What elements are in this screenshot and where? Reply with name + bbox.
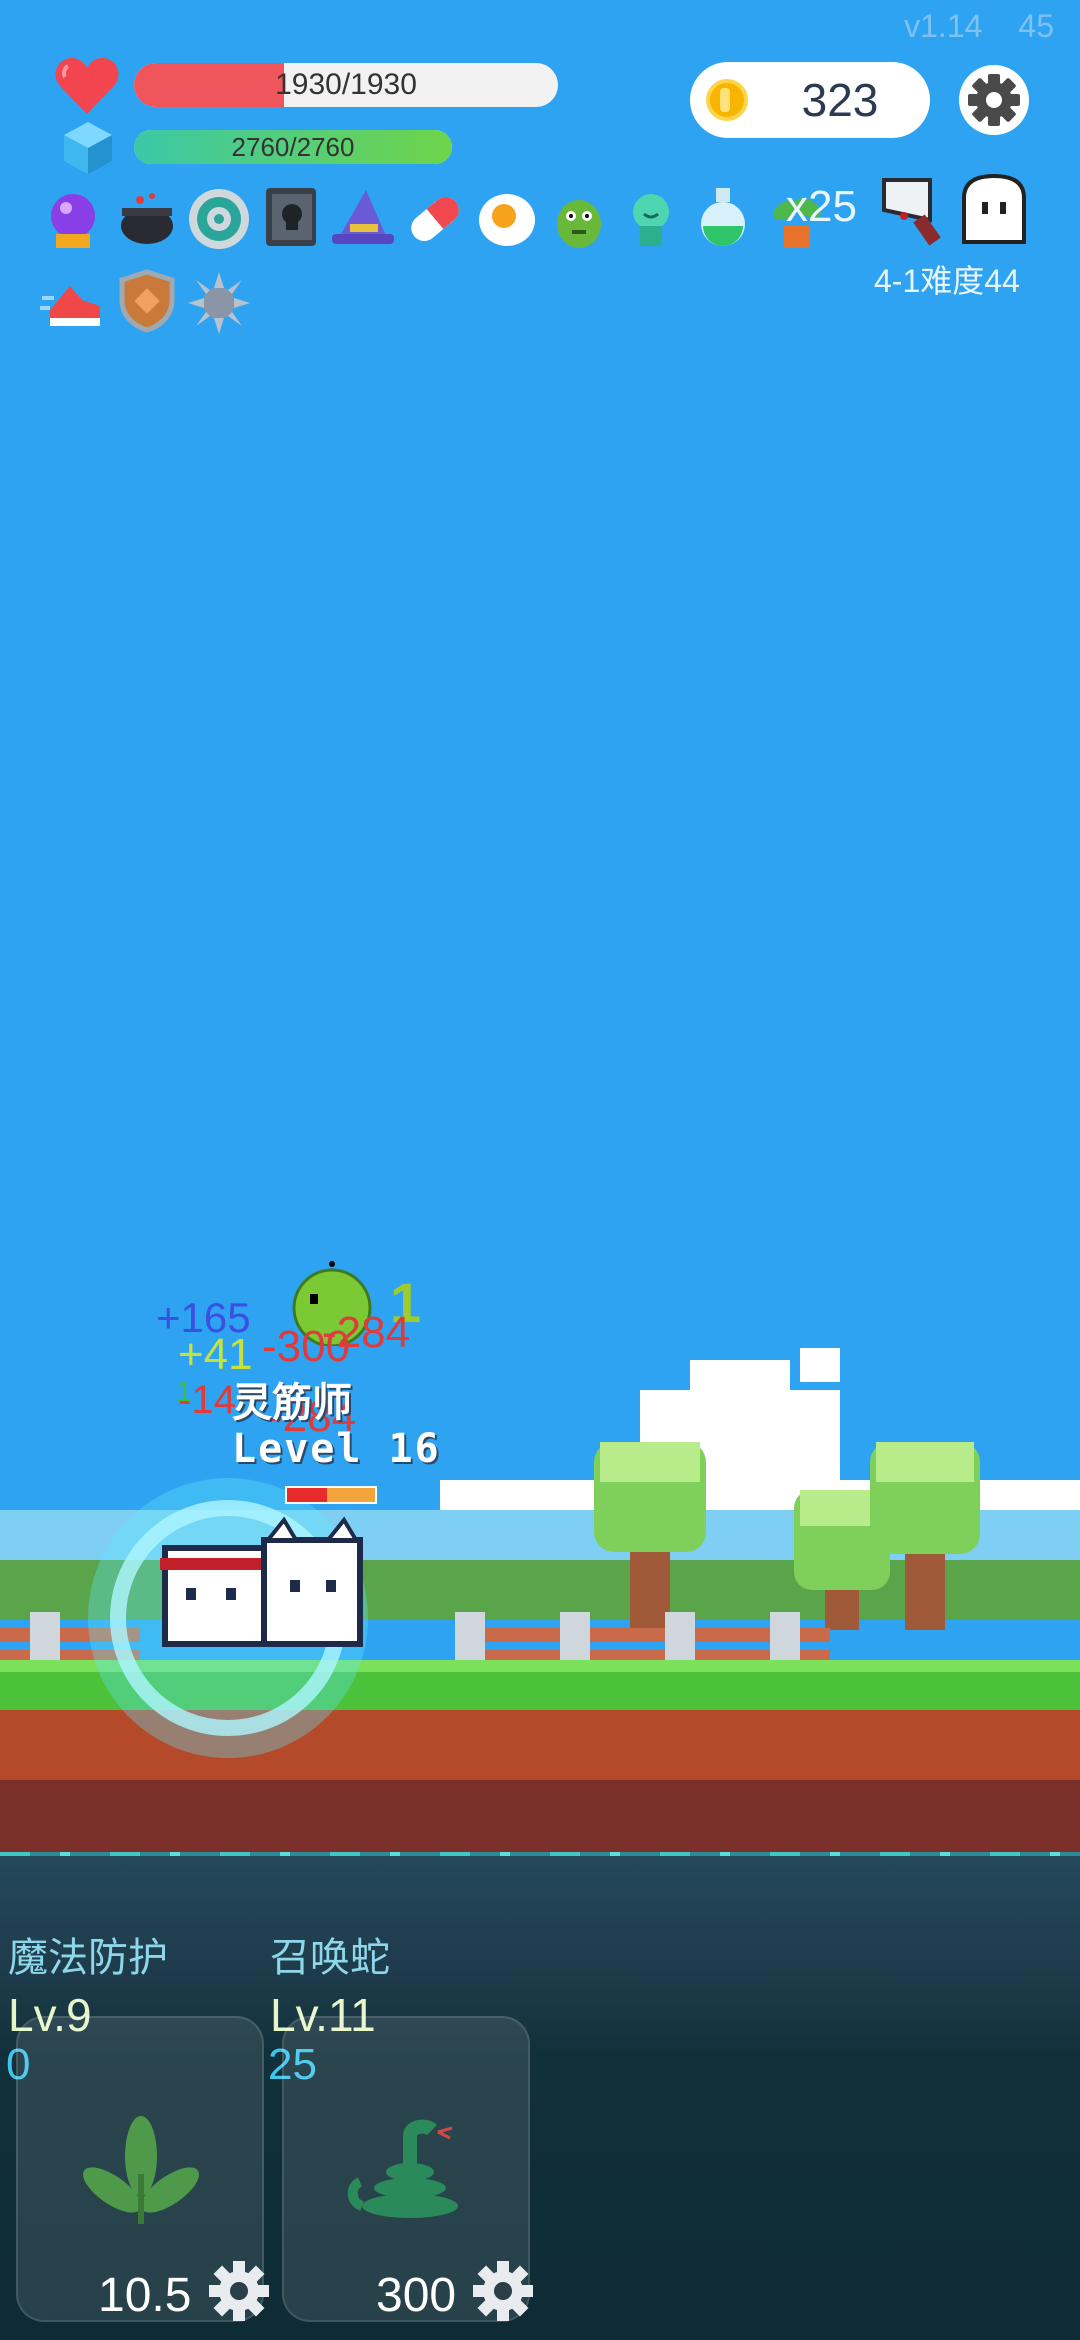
cauldron-icon bbox=[121, 193, 173, 244]
coin-icon bbox=[706, 79, 748, 121]
pill-icon bbox=[411, 197, 459, 241]
skill-1-cost: 10.5 bbox=[98, 2269, 192, 2322]
wizard-hat-icon bbox=[332, 190, 394, 244]
potion-icon bbox=[701, 188, 745, 246]
enemy-hp-fill bbox=[287, 1488, 327, 1502]
mp-text: 2760/2760 bbox=[231, 132, 355, 162]
skill-1-gear-icon[interactable] bbox=[208, 2260, 270, 2322]
fps-counter: 45 bbox=[1018, 8, 1054, 44]
disc-icon bbox=[189, 189, 249, 249]
cleaver-icon bbox=[882, 178, 941, 246]
coin-counter: 323 bbox=[690, 62, 930, 138]
skill-2-gear-icon[interactable] bbox=[472, 2260, 534, 2322]
skill-1-name: 魔法防护 bbox=[8, 1936, 168, 1980]
spiked-ball-icon bbox=[188, 272, 250, 334]
enemy-name: 灵筋师 bbox=[232, 1380, 352, 1426]
green-monster-icon bbox=[557, 200, 601, 248]
coin-value: 323 bbox=[801, 74, 879, 126]
green-spirit-icon bbox=[633, 194, 669, 246]
version-text: v1.14 bbox=[904, 8, 983, 44]
settings-gear-icon[interactable] bbox=[958, 64, 1030, 136]
skill-2-name: 召唤蛇 bbox=[270, 1936, 390, 1980]
skull-book-icon bbox=[266, 188, 316, 246]
heart-icon bbox=[55, 58, 119, 114]
snake-icon bbox=[347, 2119, 458, 2218]
plant-count: x25 bbox=[786, 182, 857, 231]
combat-text-damage-b: -300 bbox=[262, 1322, 351, 1371]
enemy-level: Level 16 bbox=[232, 1426, 441, 1472]
enemy-hp-bar bbox=[285, 1486, 377, 1504]
skill-2-cost: 300 bbox=[376, 2269, 457, 2322]
mana-crystal-icon bbox=[64, 122, 112, 174]
shield-icon bbox=[119, 269, 175, 333]
battle-scenery bbox=[0, 1348, 1080, 1860]
fried-egg-icon bbox=[479, 194, 535, 246]
leaf-sprout-icon bbox=[83, 2116, 199, 2224]
running-shoe-icon bbox=[40, 286, 100, 326]
stage-difficulty: 4-1难度44 bbox=[874, 263, 1020, 299]
hp-text: 1930/1930 bbox=[275, 68, 417, 101]
version-label: v1.14 45 bbox=[904, 8, 1054, 45]
ghost-icon bbox=[962, 173, 1026, 244]
combat-text-small: 1 bbox=[176, 1376, 192, 1407]
mp-bar: 2760/2760 bbox=[134, 130, 452, 164]
hp-bar: 1930/1930 bbox=[134, 63, 558, 107]
crystal-ball-icon bbox=[51, 194, 95, 248]
